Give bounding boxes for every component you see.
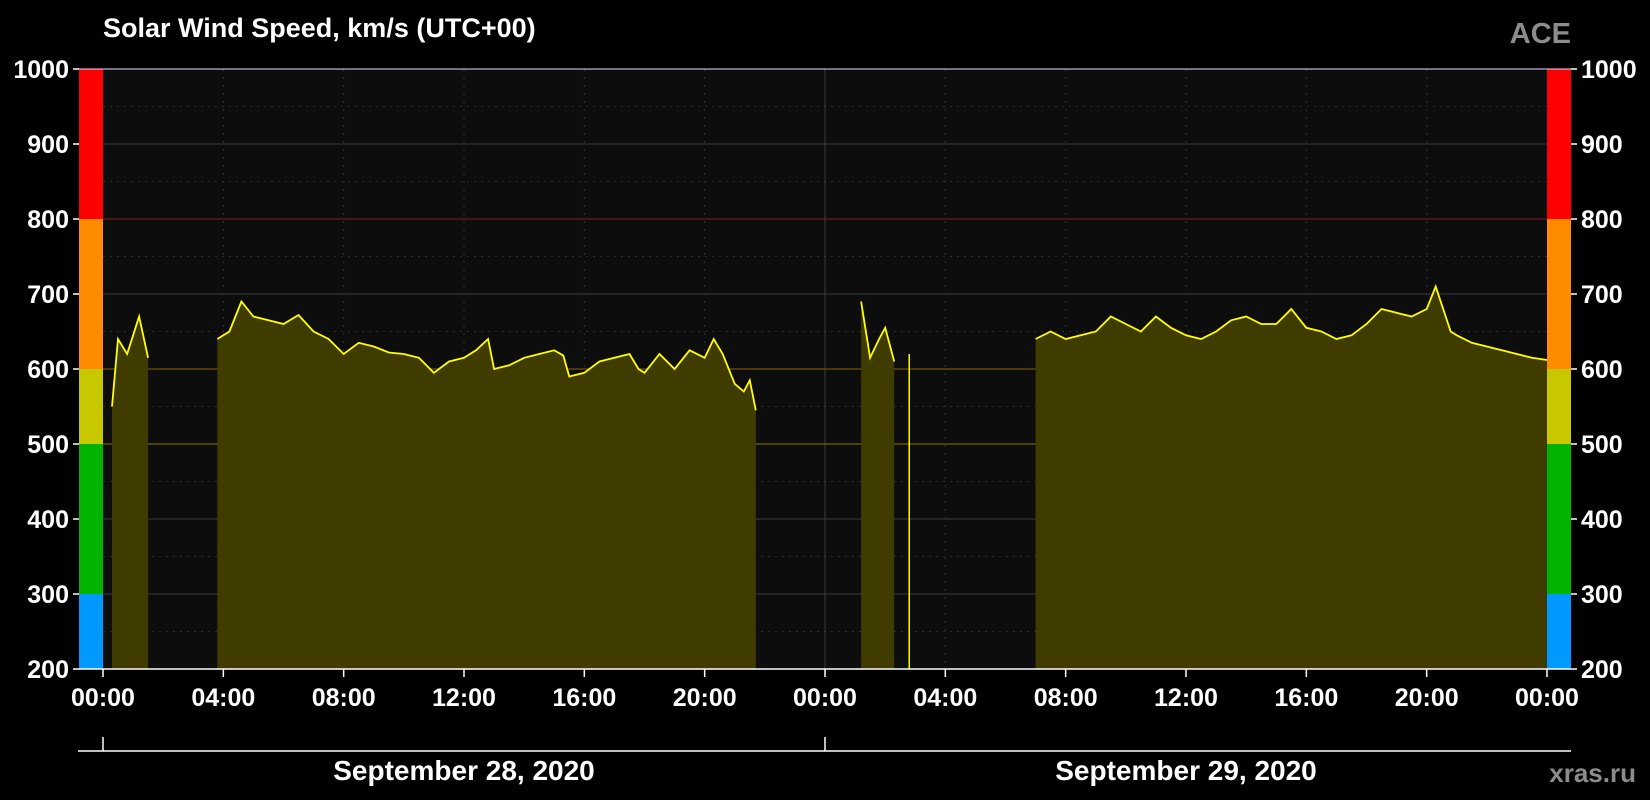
x-tick-label: 04:00 bbox=[191, 684, 255, 712]
y-tick-label-right: 700 bbox=[1581, 281, 1623, 309]
x-tick-label: 08:00 bbox=[1034, 684, 1098, 712]
speed-band-left bbox=[79, 219, 103, 369]
y-tick-label-left: 800 bbox=[27, 206, 69, 234]
x-tick-label: 20:00 bbox=[673, 684, 737, 712]
speed-band-left bbox=[79, 594, 103, 669]
data-area bbox=[112, 316, 149, 669]
speed-band-left bbox=[79, 444, 103, 594]
speed-band-right bbox=[1547, 69, 1571, 219]
speed-band-left bbox=[79, 369, 103, 444]
data-area bbox=[861, 301, 895, 669]
y-tick-label-left: 600 bbox=[27, 356, 69, 384]
watermark: xras.ru bbox=[1549, 758, 1636, 788]
x-tick-label: 12:00 bbox=[432, 684, 496, 712]
x-tick-label: 20:00 bbox=[1395, 684, 1459, 712]
speed-band-right bbox=[1547, 219, 1571, 369]
y-tick-label-left: 400 bbox=[27, 506, 69, 534]
x-tick-label: 16:00 bbox=[552, 684, 616, 712]
x-tick-label: 16:00 bbox=[1274, 684, 1338, 712]
y-tick-label-right: 200 bbox=[1581, 656, 1623, 684]
speed-band-right bbox=[1547, 444, 1571, 594]
speed-band-left bbox=[79, 69, 103, 219]
speed-band-right bbox=[1547, 369, 1571, 444]
y-tick-label-left: 200 bbox=[27, 656, 69, 684]
y-tick-label-right: 900 bbox=[1581, 131, 1623, 159]
source-label: ACE bbox=[1510, 18, 1571, 50]
y-tick-label-right: 500 bbox=[1581, 431, 1623, 459]
y-tick-label-right: 400 bbox=[1581, 506, 1623, 534]
solar-wind-chart: Solar Wind Speed, km/s (UTC+00) ACE xras… bbox=[13, 13, 1636, 788]
y-tick-label-left: 300 bbox=[27, 581, 69, 609]
date-label: September 29, 2020 bbox=[1055, 755, 1317, 786]
x-tick-label: 04:00 bbox=[913, 684, 977, 712]
x-tick-label: 00:00 bbox=[71, 684, 135, 712]
chart-title: Solar Wind Speed, km/s (UTC+00) bbox=[103, 13, 536, 43]
y-tick-label-right: 300 bbox=[1581, 581, 1623, 609]
y-tick-label-left: 500 bbox=[27, 431, 69, 459]
x-tick-label: 12:00 bbox=[1154, 684, 1218, 712]
x-tick-label: 00:00 bbox=[1515, 684, 1579, 712]
y-tick-label-left: 1000 bbox=[13, 56, 69, 84]
data-area bbox=[1035, 286, 1547, 669]
plot-area: 200 200 300 300 400 400 500 500 600 600 700 700 800 8… bbox=[13, 56, 1636, 786]
speed-band-right bbox=[1547, 594, 1571, 669]
y-tick-label-left: 700 bbox=[27, 281, 69, 309]
y-tick-label-left: 900 bbox=[27, 131, 69, 159]
y-tick-label-right: 1000 bbox=[1581, 56, 1637, 84]
x-tick-label: 08:00 bbox=[312, 684, 376, 712]
y-tick-label-right: 800 bbox=[1581, 206, 1623, 234]
date-label: September 28, 2020 bbox=[333, 755, 595, 786]
x-tick-label: 00:00 bbox=[793, 684, 857, 712]
y-tick-label-right: 600 bbox=[1581, 356, 1623, 384]
